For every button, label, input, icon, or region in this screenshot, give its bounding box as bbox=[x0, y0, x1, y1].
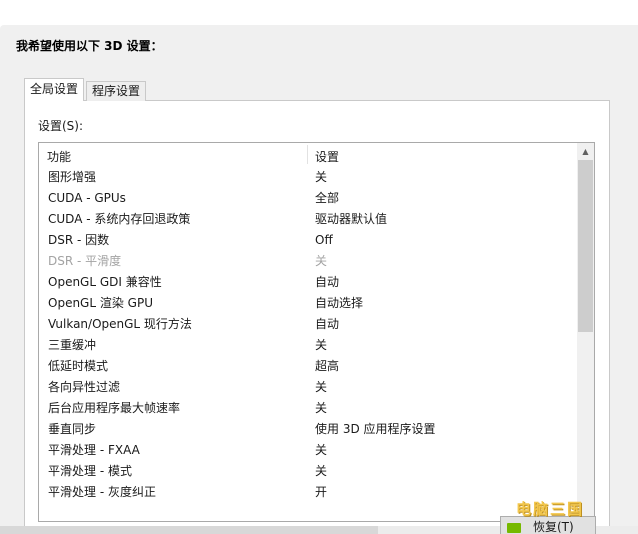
setting-row[interactable]: OpenGL GDI 兼容性 自动 bbox=[39, 272, 576, 293]
setting-feature: 低延时模式 bbox=[48, 359, 109, 373]
setting-feature: OpenGL 渲染 GPU bbox=[48, 296, 153, 310]
page-heading: 我希望使用以下 3D 设置： bbox=[16, 39, 163, 53]
setting-row[interactable]: 图形增强 关 bbox=[39, 167, 576, 188]
setting-row[interactable]: Vulkan/OpenGL 现行方法 自动 bbox=[39, 314, 576, 335]
setting-value[interactable]: 关 bbox=[315, 461, 327, 482]
setting-feature: CUDA - GPUs bbox=[48, 191, 126, 205]
setting-value[interactable]: 开 bbox=[315, 482, 327, 503]
setting-value[interactable]: 关 bbox=[315, 167, 327, 188]
setting-feature: 三重缓冲 bbox=[48, 338, 97, 352]
setting-row[interactable]: DSR - 平滑度 关 bbox=[39, 251, 576, 272]
setting-feature: 图形增强 bbox=[48, 170, 97, 184]
setting-value[interactable]: 自动 bbox=[315, 272, 339, 293]
column-header-setting[interactable]: 设置 bbox=[315, 148, 339, 165]
setting-row[interactable]: 垂直同步 使用 3D 应用程序设置 bbox=[39, 419, 576, 440]
setting-feature: Vulkan/OpenGL 现行方法 bbox=[48, 317, 192, 331]
setting-row[interactable]: OpenGL 渲染 GPU 自动选择 bbox=[39, 293, 576, 314]
settings-label: 设置(S): bbox=[38, 119, 84, 133]
setting-feature: DSR - 平滑度 bbox=[48, 254, 122, 268]
setting-feature: CUDA - 系统内存回退政策 bbox=[48, 212, 191, 226]
nvidia-logo-icon bbox=[507, 523, 521, 533]
settings-rows: 图形增强关 CUDA - GPUs 全部 CUDA - 系统内存回退政策 驱动器默认值 D… bbox=[39, 167, 576, 503]
setting-value[interactable]: 自动选择 bbox=[315, 293, 363, 314]
setting-value[interactable]: Off bbox=[315, 230, 333, 251]
list-header: 功能 设置 bbox=[39, 143, 576, 166]
setting-feature: 平滑处理 - FXAA bbox=[48, 443, 140, 457]
setting-row[interactable]: 后台应用程序最大帧速率 关 bbox=[39, 398, 576, 419]
setting-row[interactable]: CUDA - 系统内存回退政策 驱动器默认值 bbox=[39, 209, 576, 230]
setting-row[interactable]: 平滑处理 - 模式 关 bbox=[39, 461, 576, 482]
setting-feature: DSR - 因数 bbox=[48, 233, 110, 247]
setting-value[interactable]: 使用 3D 应用程序设置 bbox=[315, 419, 436, 440]
settings-list[interactable]: 功能 设置 图形增强关 CUDA - GPUs 全部 CUDA - 系统内存回退政策驱… bbox=[38, 142, 595, 522]
vertical-scrollbar[interactable]: ▲ bbox=[577, 143, 594, 521]
setting-value[interactable]: 关 bbox=[315, 398, 327, 419]
column-header-feature[interactable]: 功能 bbox=[47, 148, 71, 165]
setting-row[interactable]: 各向异性过滤 关 bbox=[39, 377, 576, 398]
setting-row[interactable]: 三重缓冲 关 bbox=[39, 335, 576, 356]
setting-row[interactable]: 低延时模式 超高 bbox=[39, 356, 576, 377]
setting-feature: 后台应用程序最大帧速率 bbox=[48, 401, 181, 415]
setting-value[interactable]: 关 bbox=[315, 440, 327, 461]
setting-row[interactable]: 平滑处理 - FXAA 关 bbox=[39, 440, 576, 461]
scroll-thumb[interactable] bbox=[578, 160, 593, 332]
tab-program-settings[interactable]: 程序设置 bbox=[86, 81, 147, 101]
horizontal-scrollbar-track[interactable] bbox=[0, 526, 378, 534]
setting-value[interactable]: 全部 bbox=[315, 188, 339, 209]
setting-value[interactable]: 关 bbox=[315, 251, 327, 272]
setting-feature: OpenGL GDI 兼容性 bbox=[48, 275, 162, 289]
setting-feature: 平滑处理 - 灰度纠正 bbox=[48, 485, 156, 499]
tab-global-settings[interactable]: 全局设置 bbox=[24, 78, 85, 101]
column-divider[interactable] bbox=[307, 145, 308, 164]
setting-value[interactable]: 关 bbox=[315, 377, 327, 398]
top-strip bbox=[0, 0, 638, 25]
nvidia-3d-settings-page: 我希望使用以下 3D 设置： 全局设置 程序设置 设置(S): 功能 设置 图形… bbox=[0, 0, 638, 534]
watermark-logo: 电脑三国 bbox=[516, 500, 585, 518]
restore-button-label: 恢复(T) bbox=[533, 520, 574, 534]
setting-row[interactable]: CUDA - GPUs 全部 bbox=[39, 188, 576, 209]
scroll-up-arrow-icon[interactable]: ▲ bbox=[577, 143, 594, 160]
setting-row[interactable]: 平滑处理 - 灰度纠正 开 bbox=[39, 482, 576, 503]
setting-feature: 垂直同步 bbox=[48, 422, 97, 436]
setting-feature: 平滑处理 - 模式 bbox=[48, 464, 132, 478]
setting-row[interactable]: DSR - 因数 Off bbox=[39, 230, 576, 251]
setting-value[interactable]: 自动 bbox=[315, 314, 339, 335]
setting-feature: 各向异性过滤 bbox=[48, 380, 121, 394]
setting-value[interactable]: 驱动器默认值 bbox=[315, 209, 387, 230]
setting-value[interactable]: 关 bbox=[315, 335, 327, 356]
setting-value[interactable]: 超高 bbox=[315, 356, 339, 377]
